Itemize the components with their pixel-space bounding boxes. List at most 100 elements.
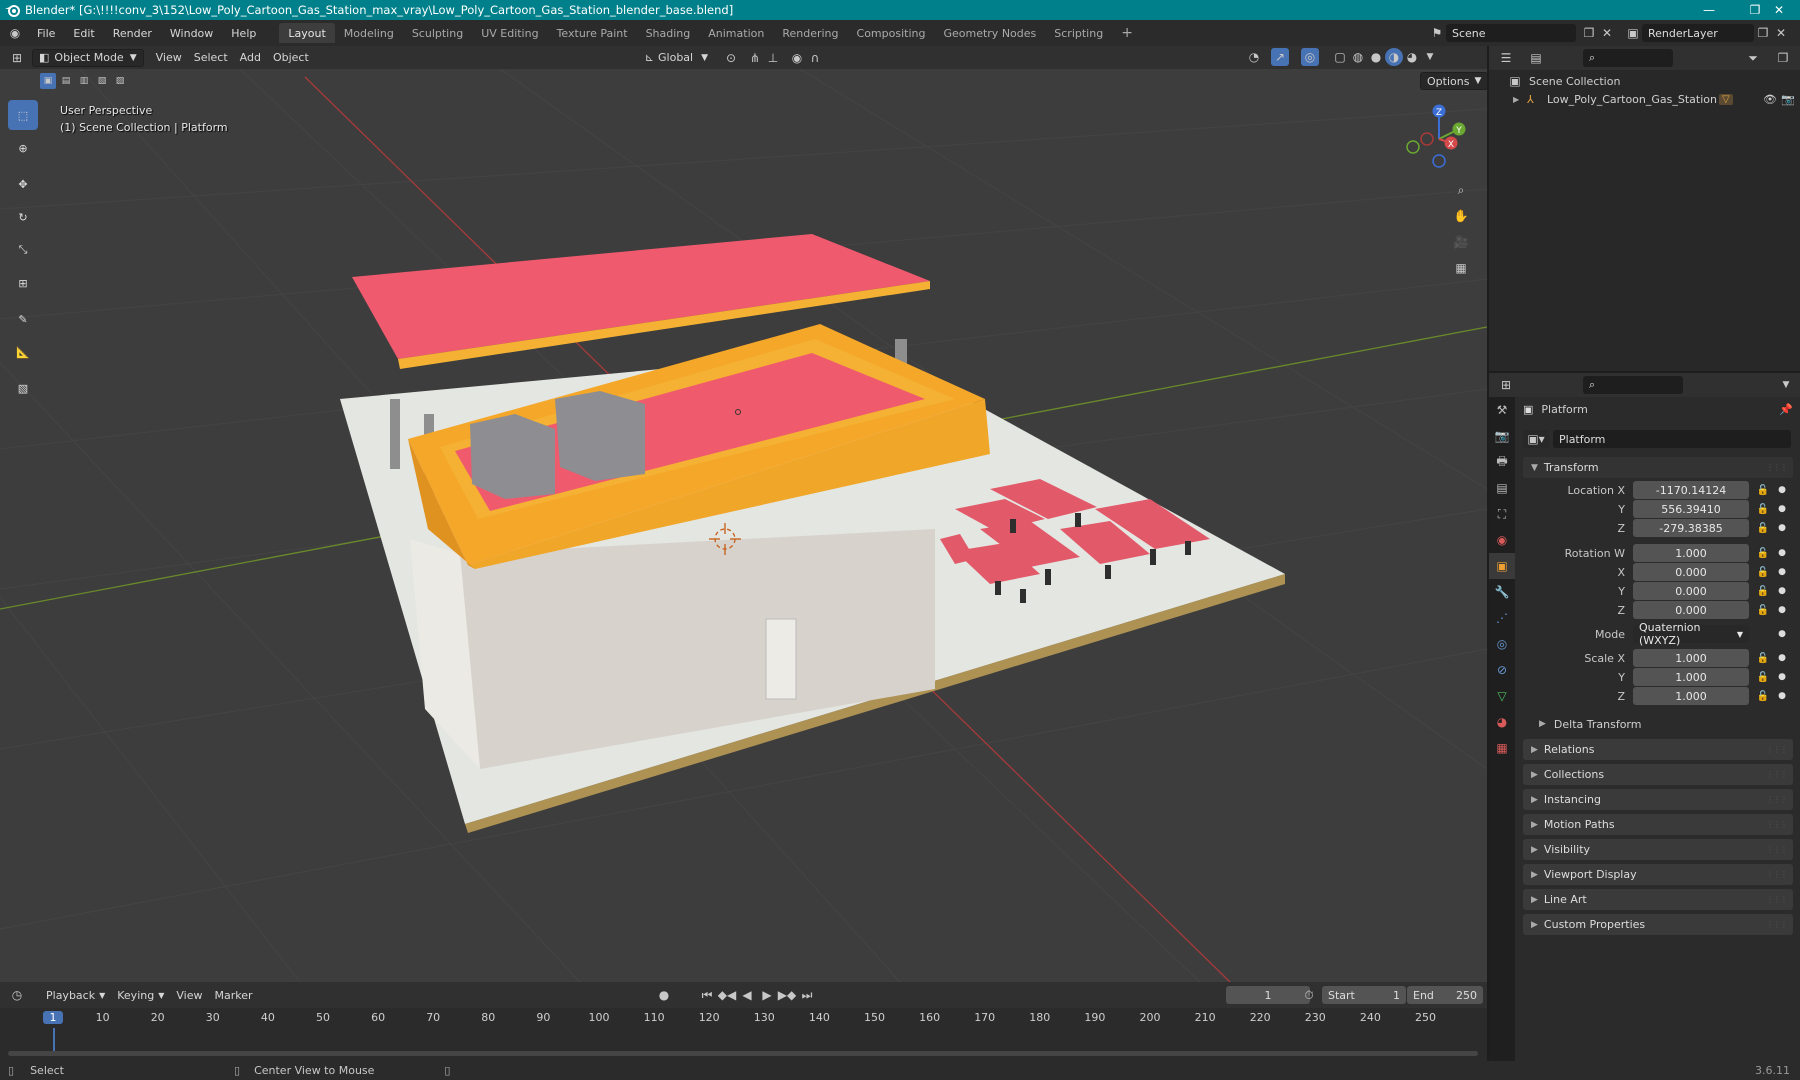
- pivot-point-icon[interactable]: ⊙: [722, 49, 740, 67]
- constraints-tab-icon[interactable]: ⊘: [1489, 657, 1515, 683]
- rotation-x-field[interactable]: 0.000: [1633, 563, 1749, 581]
- lock-icon[interactable]: 🔓: [1755, 485, 1771, 496]
- menu-timeline-view[interactable]: View: [170, 986, 208, 1004]
- tab-uv-editing[interactable]: UV Editing: [472, 23, 547, 43]
- drag-handle-icon[interactable]: ⋮⋮⋮: [1766, 820, 1788, 829]
- rotate-icon[interactable]: ↻: [8, 202, 38, 232]
- keyframe-dot-icon[interactable]: ●: [1777, 605, 1787, 615]
- delete-scene-icon[interactable]: ✕: [1598, 24, 1616, 42]
- snap-target-icon[interactable]: ⊥: [764, 49, 782, 67]
- drag-handle-icon[interactable]: ⋮⋮⋮: [1766, 845, 1788, 854]
- transform-orientation-selector[interactable]: ⊾ Global ▼: [639, 49, 714, 67]
- view-layer-tab-icon[interactable]: ▤: [1489, 475, 1515, 501]
- transform-panel-header[interactable]: ▼ Transform ⋮⋮⋮: [1523, 457, 1793, 478]
- modifier-tab-icon[interactable]: 🔧: [1489, 579, 1515, 605]
- 3d-viewport[interactable]: User Perspective (1) Scene Collection | …: [0, 69, 1487, 982]
- new-collection-icon[interactable]: ❐: [1774, 49, 1792, 67]
- drag-handle-icon[interactable]: ⋮⋮⋮: [1766, 463, 1788, 472]
- editor-type-icon[interactable]: ☰: [1497, 49, 1515, 67]
- new-view-layer-icon[interactable]: ❐: [1754, 24, 1772, 42]
- menu-file[interactable]: File: [28, 20, 64, 46]
- rendered-shading-icon[interactable]: ◕: [1403, 48, 1421, 66]
- blender-menu-icon[interactable]: ◉: [6, 24, 24, 42]
- drag-handle-icon[interactable]: ⋮⋮⋮: [1766, 895, 1788, 904]
- annotate-icon[interactable]: ✎: [8, 304, 38, 334]
- close-button[interactable]: ✕: [1756, 0, 1800, 20]
- menu-view[interactable]: View: [150, 49, 188, 67]
- keyframe-dot-icon[interactable]: ●: [1777, 504, 1787, 514]
- expand-arrow-icon[interactable]: ▶: [1513, 95, 1527, 104]
- lock-icon[interactable]: 🔓: [1755, 653, 1771, 664]
- select-subtract-icon[interactable]: ▥: [76, 73, 92, 89]
- menu-marker[interactable]: Marker: [208, 986, 258, 1004]
- drag-handle-icon[interactable]: ⋮⋮⋮: [1766, 920, 1788, 929]
- cursor-icon[interactable]: ⊕: [8, 133, 38, 163]
- keyframe-dot-icon[interactable]: ●: [1777, 485, 1787, 495]
- rotation-y-field[interactable]: 0.000: [1633, 582, 1749, 600]
- mode-selector[interactable]: ◧ Object Mode ▼: [32, 48, 144, 67]
- object-name-field[interactable]: Platform: [1553, 430, 1791, 448]
- select-intersect-icon[interactable]: ▨: [112, 73, 128, 89]
- navigation-gizmo[interactable]: Z Y X: [1395, 99, 1475, 179]
- menu-object[interactable]: Object: [267, 49, 315, 67]
- jump-start-icon[interactable]: ⏮: [698, 986, 716, 1004]
- output-tab-icon[interactable]: 🖶: [1489, 449, 1515, 475]
- select-box-icon[interactable]: ⬚: [8, 100, 38, 130]
- solid-shading-icon[interactable]: ●: [1367, 48, 1385, 66]
- scale-y-field[interactable]: 1.000: [1633, 668, 1749, 686]
- record-keyframe-icon[interactable]: ●: [655, 986, 673, 1004]
- scale-x-field[interactable]: 1.000: [1633, 649, 1749, 667]
- drag-handle-icon[interactable]: ⋮⋮⋮: [1766, 795, 1788, 804]
- lock-icon[interactable]: 🔓: [1755, 605, 1771, 616]
- editor-type-icon[interactable]: ◷: [8, 986, 26, 1004]
- scale-icon[interactable]: ⤡: [8, 235, 38, 265]
- tool-tab-icon[interactable]: ⚒: [1489, 397, 1515, 423]
- tab-rendering[interactable]: Rendering: [773, 23, 847, 43]
- jump-next-keyframe-icon[interactable]: ▶◆: [778, 986, 796, 1004]
- scene-tab-icon[interactable]: ⛶: [1489, 501, 1515, 527]
- tab-geometry-nodes[interactable]: Geometry Nodes: [934, 23, 1045, 43]
- menu-select[interactable]: Select: [188, 49, 234, 67]
- location-x-field[interactable]: -1170.14124: [1633, 481, 1749, 499]
- gizmo-toggle-icon[interactable]: ↗: [1271, 48, 1289, 66]
- jump-end-icon[interactable]: ⏭: [798, 986, 816, 1004]
- keyframe-dot-icon[interactable]: ●: [1777, 629, 1787, 639]
- lock-icon[interactable]: 🔓: [1755, 567, 1771, 578]
- delta-transform-subpanel[interactable]: ▶ Delta Transform: [1539, 715, 1641, 733]
- render-tab-icon[interactable]: 📷: [1489, 423, 1515, 449]
- tab-shading[interactable]: Shading: [637, 23, 700, 43]
- properties-search-input[interactable]: ⌕: [1583, 376, 1683, 394]
- physics-tab-icon[interactable]: ◎: [1489, 631, 1515, 657]
- tab-sculpting[interactable]: Sculpting: [403, 23, 472, 43]
- object-tab-icon[interactable]: ▣: [1489, 553, 1515, 579]
- editor-type-icon[interactable]: ⊞: [8, 49, 26, 67]
- outliner-search-input[interactable]: ⌕: [1583, 49, 1673, 67]
- outliner-scene-collection[interactable]: ▣ Scene Collection: [1507, 72, 1620, 90]
- select-extend-icon[interactable]: ▤: [58, 73, 74, 89]
- object-browse-icon[interactable]: ▣▾: [1523, 430, 1549, 448]
- new-scene-icon[interactable]: ❐: [1580, 24, 1598, 42]
- keyframe-dot-icon[interactable]: ●: [1777, 567, 1787, 577]
- tab-texture-paint[interactable]: Texture Paint: [548, 23, 637, 43]
- start-frame-field[interactable]: Start 1: [1322, 986, 1406, 1004]
- options-dropdown[interactable]: Options ▼: [1420, 72, 1487, 90]
- visibility-icon[interactable]: ◔: [1245, 48, 1263, 66]
- menu-keying[interactable]: Keying ▼: [111, 986, 170, 1004]
- world-tab-icon[interactable]: ◉: [1489, 527, 1515, 553]
- tab-scripting[interactable]: Scripting: [1045, 23, 1112, 43]
- keyframe-dot-icon[interactable]: ●: [1777, 672, 1787, 682]
- play-reverse-icon[interactable]: ◀: [738, 986, 756, 1004]
- scale-z-field[interactable]: 1.000: [1633, 687, 1749, 705]
- drag-handle-icon[interactable]: ⋮⋮⋮: [1766, 745, 1788, 754]
- menu-edit[interactable]: Edit: [64, 20, 103, 46]
- select-new-icon[interactable]: ▣: [40, 73, 56, 89]
- tab-layout[interactable]: Layout: [279, 23, 335, 43]
- zoom-icon[interactable]: ⌕: [1452, 181, 1470, 199]
- view-layer-icon[interactable]: ▣: [1624, 24, 1642, 42]
- frame-ruler[interactable]: 1 10 20 30 40 50 60 70 80 90 100 110 120 130 140 150 160…: [0, 1008, 1487, 1028]
- filter-icon[interactable]: ⏷: [1744, 49, 1762, 67]
- rotation-z-field[interactable]: 0.000: [1633, 601, 1749, 619]
- panel-visibility[interactable]: ▶ Visibility ⋮⋮⋮: [1523, 839, 1793, 860]
- delete-view-layer-icon[interactable]: ✕: [1772, 24, 1790, 42]
- scene-selector[interactable]: Scene: [1446, 24, 1576, 42]
